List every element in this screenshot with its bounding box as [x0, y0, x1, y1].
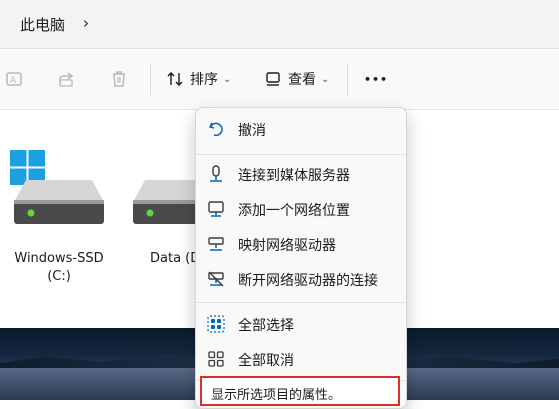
- menu-separator: [196, 302, 406, 303]
- menu-item-label: 连接到媒体服务器: [238, 168, 350, 184]
- rename-icon[interactable]: A: [3, 67, 27, 91]
- drive-item-d[interactable]: Data (D: [125, 110, 205, 310]
- menu-item-map-network-drive[interactable]: 映射网络驱动器: [196, 227, 406, 261]
- menu-item-undo[interactable]: 撤消: [196, 112, 406, 146]
- context-menu: 撤消 连接到媒体服务器 添加一个网络位置 映射网络驱动器 断开网络驱动器的连接 …: [195, 107, 407, 409]
- menu-item-label: 撤消: [238, 123, 266, 139]
- sort-button[interactable]: 排序 ⌄: [166, 67, 231, 91]
- breadcrumb-this-pc[interactable]: 此电脑: [20, 14, 65, 35]
- select-none-icon: [206, 349, 226, 369]
- address-bar: 此电脑 ›: [0, 0, 559, 49]
- chevron-down-icon: ⌄: [321, 73, 330, 85]
- menu-separator: [196, 154, 406, 155]
- sort-label: 排序: [190, 72, 218, 88]
- menu-item-add-network-location[interactable]: 添加一个网络位置: [196, 192, 406, 226]
- menu-item-label: 全部选择: [238, 318, 294, 334]
- tooltip-text: 显示所选项目的属性。: [211, 388, 342, 403]
- view-label: 查看: [288, 72, 316, 88]
- chevron-down-icon: ⌄: [223, 73, 232, 85]
- sort-icon: [167, 72, 183, 86]
- more-options-button[interactable]: •••: [364, 67, 388, 91]
- undo-icon: [206, 119, 226, 139]
- drive-name: Windows-SSD: [14, 251, 104, 266]
- drive-letter: (C:): [47, 269, 71, 284]
- media-server-icon: [206, 164, 226, 184]
- menu-item-label: 全部取消: [238, 353, 294, 369]
- menu-item-select-none[interactable]: 全部取消: [196, 342, 406, 376]
- map-drive-icon: [206, 234, 226, 254]
- hard-drive-icon: [133, 180, 201, 224]
- menu-item-connect-media-server[interactable]: 连接到媒体服务器: [196, 157, 406, 191]
- share-icon[interactable]: [55, 67, 79, 91]
- breadcrumb-chevron-icon[interactable]: ›: [83, 14, 89, 32]
- view-icon: [266, 72, 280, 86]
- properties-tooltip: 显示所选项目的属性。: [200, 376, 400, 406]
- hard-drive-icon: [14, 180, 104, 224]
- select-all-icon: [206, 314, 226, 334]
- menu-item-label: 添加一个网络位置: [238, 203, 350, 219]
- network-location-icon: [206, 199, 226, 219]
- menu-item-disconnect-network-drive[interactable]: 断开网络驱动器的连接: [196, 262, 406, 296]
- toolbar-separator: [347, 63, 348, 95]
- menu-item-label: 映射网络驱动器: [238, 238, 336, 254]
- disconnect-drive-icon: [206, 269, 226, 289]
- delete-icon[interactable]: [107, 67, 131, 91]
- svg-text:A: A: [10, 76, 17, 86]
- toolbar-separator: [150, 63, 151, 95]
- drive-item-c[interactable]: Windows-SSD (C:): [0, 110, 120, 310]
- menu-item-label: 断开网络驱动器的连接: [238, 273, 378, 289]
- menu-item-select-all[interactable]: 全部选择: [196, 307, 406, 341]
- view-button[interactable]: 查看 ⌄: [264, 67, 329, 91]
- command-bar: A 排序 ⌄ 查看 ⌄ •••: [0, 49, 559, 110]
